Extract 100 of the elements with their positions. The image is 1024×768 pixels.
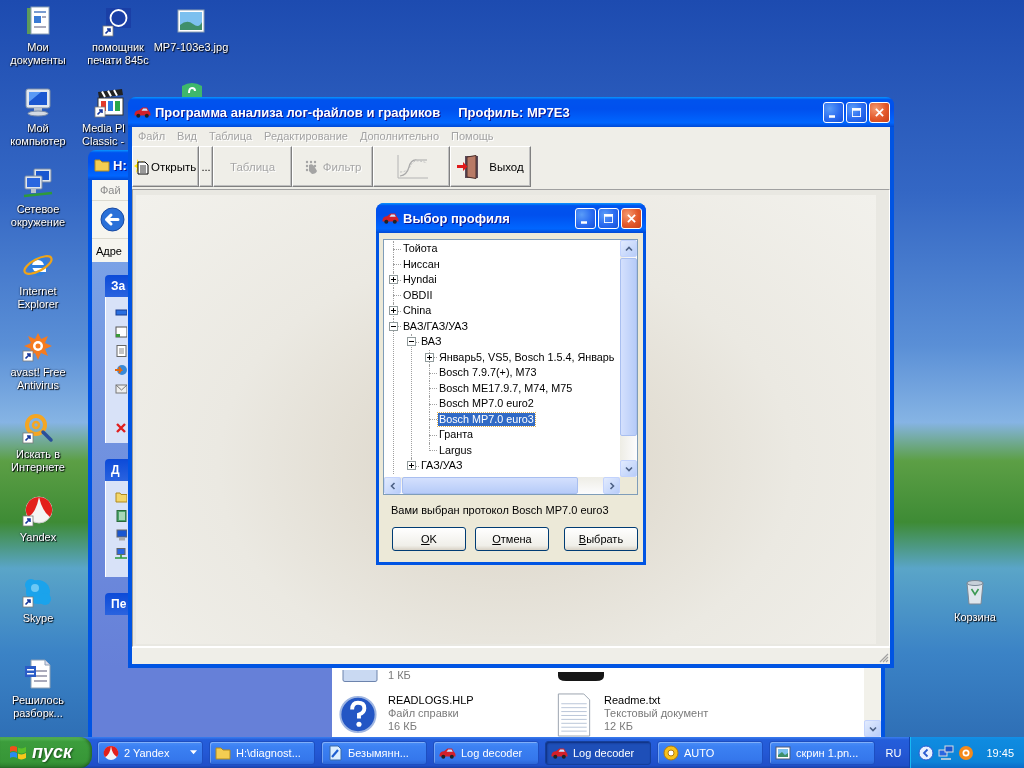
close-button[interactable]: [869, 101, 890, 123]
taskbar-button[interactable]: скрин 1.pn...: [769, 740, 875, 765]
tree-item[interactable]: Bosch MP7.0 euro3: [438, 412, 535, 426]
desktop-shortcut[interactable]: Skype: [22, 574, 54, 625]
maximize-button[interactable]: [598, 207, 619, 229]
close-button[interactable]: [621, 207, 642, 229]
desktop-shortcut[interactable]: MP7-103e3.jpg: [153, 3, 229, 54]
desktop-shortcut[interactable]: Искать в Интернете: [1, 410, 75, 474]
tree-item[interactable]: ГАЗ/УАЗ: [420, 459, 464, 473]
window-title: H:: [113, 157, 127, 173]
open-button[interactable]: Открыть: [132, 146, 199, 187]
folder-icon: [215, 744, 231, 761]
minimize-button[interactable]: [575, 207, 596, 229]
tree-item[interactable]: Bosch MP7.0 euro2: [438, 397, 535, 411]
expand-toggle[interactable]: [389, 321, 398, 331]
ring-icon[interactable]: [958, 744, 975, 761]
scroll-left-button[interactable]: [384, 477, 401, 494]
scroll-up-button[interactable]: [620, 240, 637, 257]
file-size: 16 КБ: [388, 720, 418, 733]
dialog-button[interactable]: OK: [392, 527, 466, 551]
dialog-button[interactable]: Выбрать: [564, 527, 638, 551]
panel-header[interactable]: Д: [105, 459, 128, 481]
tree-item[interactable]: Гранта: [438, 428, 475, 442]
maximize-icon: [604, 213, 613, 223]
device-icon[interactable]: [558, 672, 604, 682]
close-icon: [627, 213, 636, 223]
tree-item[interactable]: Bosch 7.9.7(+), M73: [438, 366, 538, 380]
shield-icon[interactable]: [180, 82, 204, 97]
tree-item[interactable]: ВАЗ/ГАЗ/УАЗ: [402, 319, 469, 333]
taskbar-button[interactable]: Log decoder: [433, 740, 539, 765]
tree-item[interactable]: OBDII: [402, 288, 434, 302]
file-name[interactable]: Readme.txt: [604, 694, 709, 707]
file-icon[interactable]: [342, 670, 378, 682]
desktop-shortcut[interactable]: Мой компьютер: [1, 84, 75, 148]
scroll-right-button[interactable]: [603, 477, 620, 494]
minimize-button[interactable]: [823, 101, 844, 123]
panel-header[interactable]: За: [105, 275, 128, 297]
expand-toggle[interactable]: [389, 275, 398, 284]
line-chart-icon: [394, 153, 429, 180]
tree-item[interactable]: Bosch ME17.9.7, M74, M75: [438, 381, 574, 395]
address-label: Адре: [95, 244, 122, 257]
desktop-shortcut[interactable]: Сетевое окружение: [1, 165, 75, 229]
menu-item[interactable]: Фай: [92, 184, 121, 196]
taskbar-button[interactable]: H:\diagnost...: [209, 740, 315, 765]
expand-toggle[interactable]: [407, 461, 416, 470]
profile-label: Профиль: MP7E3: [458, 104, 570, 120]
window-title: Выбор профиля: [403, 210, 510, 226]
expand-toggle[interactable]: [425, 352, 434, 362]
scrollbar-thumb[interactable]: [402, 477, 578, 494]
back-button[interactable]: [100, 207, 125, 232]
expand-toggle[interactable]: [389, 306, 398, 315]
expand-toggle[interactable]: [407, 337, 416, 346]
window-title: Программа анализа лог-файлов и графиков: [155, 104, 441, 120]
maximize-icon: [852, 107, 861, 117]
scrollbar-thumb[interactable]: [620, 258, 637, 436]
desktop-shortcut[interactable]: Internet Explorer: [1, 247, 75, 311]
tree-item[interactable]: Январь5, VS5, Bosch 1.5.4, Январь: [438, 350, 616, 364]
desktop-shortcut[interactable]: Мои документы: [1, 3, 75, 67]
network-icon[interactable]: [938, 744, 955, 761]
scroll-down-button[interactable]: [620, 460, 637, 477]
file-size: 1 КБ: [388, 669, 411, 682]
tree-item[interactable]: Тойота: [402, 242, 439, 256]
scroll-down-button[interactable]: [864, 720, 881, 737]
tree-item[interactable]: ВАЗ: [420, 335, 443, 349]
maximize-button[interactable]: [846, 101, 867, 123]
close-icon: [875, 107, 884, 117]
panel-header[interactable]: Пе: [105, 593, 128, 615]
start-button[interactable]: пуск: [0, 737, 92, 768]
car-icon: [134, 106, 151, 118]
tree-item[interactable]: China: [402, 304, 433, 318]
sphere-icon: [103, 744, 119, 761]
desktop-shortcut[interactable]: Media Pl Classic -: [82, 84, 126, 148]
arrow-left-icon: [100, 207, 125, 232]
taskbar-button[interactable]: 2 Yandex: [97, 740, 203, 765]
folder-icon: [94, 157, 110, 173]
desktop-shortcut[interactable]: Корзина: [954, 573, 996, 624]
folder-icon: [115, 491, 127, 503]
chevron-down-icon: [868, 724, 877, 733]
taskbar-button[interactable]: AUTO: [657, 740, 763, 765]
scrollbar-corner: [620, 477, 637, 494]
taskbar-button[interactable]: Безымянн...: [321, 740, 427, 765]
tree-item[interactable]: Ниссан: [402, 257, 441, 271]
file-name[interactable]: READLOGS.HLP: [388, 694, 474, 707]
car-icon: [551, 746, 568, 759]
tree-item[interactable]: Hyndai: [402, 273, 438, 287]
desktop-shortcut[interactable]: Yandex: [19, 493, 57, 544]
minimize-icon: [581, 220, 587, 224]
tree-item[interactable]: Largus: [438, 443, 473, 457]
resize-grip-icon[interactable]: [877, 651, 889, 663]
exit-button[interactable]: Выход: [450, 146, 531, 187]
desktop-shortcut[interactable]: помощник печати 845c: [81, 3, 155, 67]
more-button[interactable]: ...: [199, 146, 213, 187]
desktop-shortcut[interactable]: Решилось разборк...: [1, 656, 75, 720]
chevron-up-icon: [624, 244, 633, 253]
taskbar-button[interactable]: Log decoder: [545, 740, 651, 765]
car-icon: [439, 746, 456, 759]
chevron-left-icon[interactable]: [918, 744, 935, 761]
language-indicator[interactable]: RU: [885, 746, 910, 759]
globe-icon: [115, 364, 127, 376]
dialog-button[interactable]: Отмена: [475, 527, 549, 551]
